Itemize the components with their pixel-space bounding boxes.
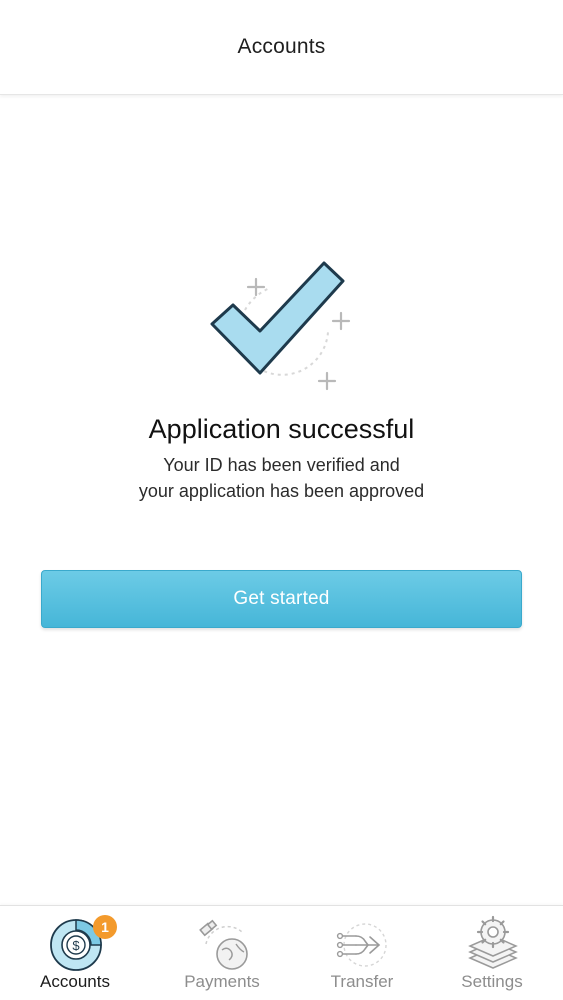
nav-item-transfer[interactable]: Transfer xyxy=(292,906,432,1000)
top-app-bar: Accounts xyxy=(0,0,563,95)
bottom-navigation: $ 1 Accounts Payments Transfer Settings xyxy=(0,905,563,1000)
settings-icon xyxy=(468,915,518,969)
accounts-screen: Accounts Application successful Your ID … xyxy=(0,0,563,1000)
nav-item-settings[interactable]: Settings xyxy=(422,906,562,1000)
get-started-button[interactable]: Get started xyxy=(41,570,522,628)
nav-item-accounts[interactable]: $ 1 Accounts xyxy=(5,906,145,1000)
transfer-icon xyxy=(336,923,387,967)
nav-label-accounts: Accounts xyxy=(40,972,110,991)
success-message-line-1: Your ID has been verified and xyxy=(163,455,400,475)
nav-item-payments[interactable]: Payments xyxy=(152,906,292,1000)
success-message: Your ID has been verified and your appli… xyxy=(0,452,563,504)
notification-badge: 1 xyxy=(93,915,117,939)
success-heading: Application successful xyxy=(148,414,415,444)
checkmark-icon xyxy=(210,261,351,391)
svg-text:$: $ xyxy=(72,938,80,953)
success-message-line-2: your application has been approved xyxy=(138,481,425,501)
nav-label-settings: Settings xyxy=(461,972,523,991)
page-title: Accounts xyxy=(237,35,326,58)
get-started-label: Get started xyxy=(233,588,330,609)
payments-icon xyxy=(199,919,248,970)
nav-label-transfer: Transfer xyxy=(330,972,394,991)
nav-label-payments: Payments xyxy=(184,972,260,991)
